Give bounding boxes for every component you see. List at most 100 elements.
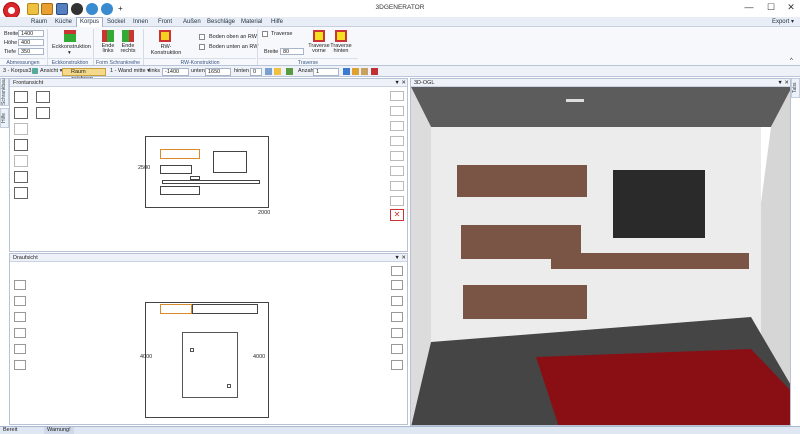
side-thumbnail[interactable] xyxy=(390,151,404,161)
side-thumbnail[interactable] xyxy=(390,121,404,131)
layout-thumbnail[interactable] xyxy=(14,139,28,151)
hoehe-input[interactable]: 400 xyxy=(18,39,44,46)
delete-icon[interactable]: ✕ xyxy=(390,209,404,221)
ende-links-button[interactable]: Ende links xyxy=(98,43,118,54)
cabinet-bottom[interactable] xyxy=(463,285,587,319)
layout-thumbnail[interactable] xyxy=(14,328,26,338)
tool-icon[interactable] xyxy=(361,68,368,75)
pin-icon[interactable]: ▼ ✕ xyxy=(394,254,406,262)
traverse-vorne-button[interactable]: Traverse vorne xyxy=(307,43,331,54)
side-thumbnail[interactable] xyxy=(390,91,404,101)
layout-thumbnail[interactable] xyxy=(14,280,26,290)
korpus-select[interactable]: 3 - Korpus3 ▾ xyxy=(3,68,36,76)
paste-icon[interactable] xyxy=(352,68,359,75)
layout-thumbnail[interactable] xyxy=(14,296,26,306)
close-button[interactable]: ✕ xyxy=(784,2,798,13)
side-thumbnail[interactable] xyxy=(390,166,404,176)
links-input[interactable]: -1400 xyxy=(162,68,189,76)
status-warning[interactable]: Warnung! xyxy=(44,427,74,434)
side-thumbnail[interactable] xyxy=(391,344,403,354)
cabinet-outline[interactable] xyxy=(190,176,200,180)
side-thumbnail[interactable] xyxy=(390,136,404,146)
cabinet-selected[interactable] xyxy=(160,149,200,159)
cabinet-outline[interactable] xyxy=(160,186,200,195)
redo-icon[interactable] xyxy=(101,3,113,15)
side-thumbnail[interactable] xyxy=(391,280,403,290)
traverse-hinten-icon[interactable] xyxy=(335,30,347,42)
layout-thumbnail[interactable] xyxy=(14,344,26,354)
pin-icon[interactable]: ▼ ✕ xyxy=(394,79,406,87)
nav-icon[interactable] xyxy=(265,68,272,75)
cabinet-row-top[interactable] xyxy=(192,304,258,314)
layout-thumbnail[interactable] xyxy=(14,171,28,183)
pencil-icon[interactable] xyxy=(371,68,378,75)
save-icon[interactable] xyxy=(56,3,68,15)
side-thumbnail[interactable] xyxy=(391,360,403,370)
boden-oben-checkbox[interactable] xyxy=(199,34,205,40)
cabinet-selected-top[interactable] xyxy=(160,304,192,314)
tab-hilfe[interactable]: Hilfe xyxy=(268,18,286,27)
boden-unten-checkbox[interactable] xyxy=(199,44,205,50)
unten-input[interactable]: 1650 xyxy=(205,68,231,76)
tab-front[interactable]: Front xyxy=(155,18,175,27)
rw-konstruktion-icon[interactable] xyxy=(159,30,171,42)
ende-links-icon[interactable] xyxy=(102,30,114,42)
tab-aussen[interactable]: Außen xyxy=(180,18,204,27)
traverse-hinten-button[interactable]: Traverse hinten xyxy=(329,43,353,54)
layout-thumbnail[interactable] xyxy=(14,187,28,199)
traverse-breite-input[interactable]: 80 xyxy=(280,48,304,55)
3d-viewport[interactable] xyxy=(411,87,791,426)
folder-icon[interactable] xyxy=(274,68,281,75)
eckkonstruktion-icon[interactable] xyxy=(64,30,76,42)
side-tab-tabs[interactable]: Tabs xyxy=(791,78,800,98)
yinyang-icon[interactable] xyxy=(71,3,83,15)
side-thumbnail[interactable] xyxy=(391,328,403,338)
layout-thumbnail[interactable] xyxy=(14,155,28,167)
ansicht-dropdown[interactable]: Ansicht ▾ xyxy=(40,68,62,76)
eckkonstruktion-button[interactable]: Eckkonstruktion xyxy=(52,44,91,50)
wand-select[interactable]: 1 - Wand mitte ▾ xyxy=(110,68,150,76)
tab-sockel[interactable]: Sockel xyxy=(104,18,128,27)
tab-beschlaege[interactable]: Beschläge xyxy=(204,18,238,27)
maximize-button[interactable]: ☐ xyxy=(764,2,778,13)
layout-thumbnail[interactable] xyxy=(14,312,26,322)
side-tab-hilfe[interactable]: Hilfe xyxy=(0,108,9,128)
minimize-button[interactable]: — xyxy=(742,2,756,12)
tab-kueche[interactable]: Küche xyxy=(52,18,75,27)
open-folder-icon[interactable] xyxy=(41,3,53,15)
side-tab-schrankbau[interactable]: Schrankbau xyxy=(0,78,9,106)
anzahl-input[interactable]: 1 xyxy=(313,68,339,76)
traverse-checkbox[interactable] xyxy=(262,31,268,37)
collapse-ribbon-icon[interactable]: ^ xyxy=(790,58,793,64)
arrow-icon[interactable] xyxy=(286,68,293,75)
cabinet-top[interactable] xyxy=(457,165,587,197)
tiefe-input[interactable]: 350 xyxy=(18,48,44,55)
layout-thumbnail[interactable] xyxy=(14,91,28,103)
breite-input[interactable]: 1400 xyxy=(18,30,44,37)
layout-thumbnail[interactable] xyxy=(14,123,28,135)
raum-zeichnen-button[interactable]: Raum zeichnen xyxy=(62,68,106,82)
cabinet-outline[interactable] xyxy=(160,165,192,174)
tab-raum[interactable]: Raum xyxy=(28,18,50,27)
side-thumbnail[interactable] xyxy=(391,266,403,276)
layout-thumbnail[interactable] xyxy=(36,91,50,103)
side-thumbnail[interactable] xyxy=(390,181,404,191)
layout-thumbnail[interactable] xyxy=(36,107,50,119)
ende-rechts-button[interactable]: Ende rechts xyxy=(118,43,138,54)
new-file-icon[interactable] xyxy=(27,3,39,15)
side-thumbnail[interactable] xyxy=(390,196,404,206)
copy-icon[interactable] xyxy=(343,68,350,75)
hinten-input[interactable]: 0 xyxy=(250,68,262,76)
traverse-vorne-icon[interactable] xyxy=(313,30,325,42)
layout-thumbnail[interactable] xyxy=(14,107,28,119)
side-thumbnail[interactable] xyxy=(391,296,403,306)
tab-innen[interactable]: Innen xyxy=(130,18,151,27)
pin-icon[interactable]: ▼ ✕ xyxy=(777,79,789,87)
tab-material[interactable]: Material xyxy=(238,18,265,27)
customize-quick-access-icon[interactable]: + xyxy=(118,4,123,13)
ende-rechts-icon[interactable] xyxy=(122,30,134,42)
export-menu[interactable]: Export ▾ xyxy=(772,18,794,25)
lowboard[interactable] xyxy=(551,253,749,269)
side-thumbnail[interactable] xyxy=(391,312,403,322)
layout-thumbnail[interactable] xyxy=(14,360,26,370)
